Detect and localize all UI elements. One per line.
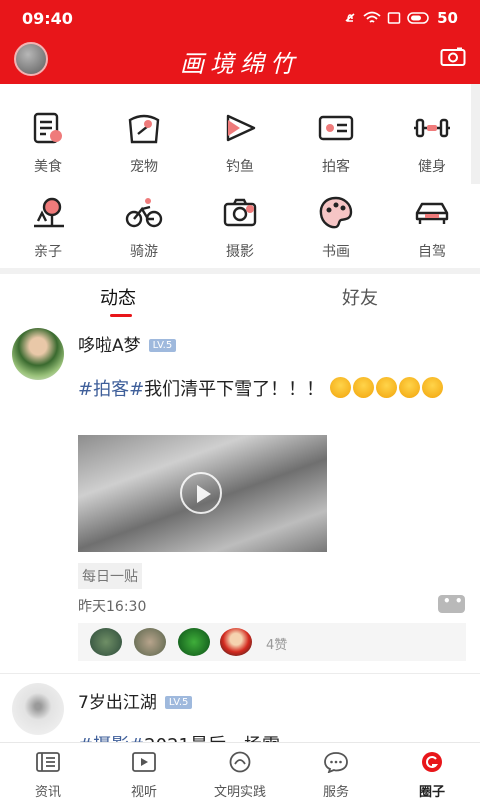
nav-label: 圈子 <box>418 785 445 800</box>
cycling-icon <box>125 198 163 228</box>
battery-level: 50 <box>437 9 458 27</box>
category-grid: 美食 宠物 钓鱼 拍客 健身 亲子 骑游 摄影 书画 自驾 <box>0 100 480 265</box>
post-avatar[interactable] <box>12 683 64 735</box>
kiss-emoji-icon <box>421 377 443 398</box>
liker-avatar[interactable] <box>90 628 122 656</box>
liker-avatar[interactable] <box>178 628 210 656</box>
battery-icon <box>407 12 429 24</box>
like-count: 4赞 <box>266 638 288 653</box>
tab-indicator <box>110 314 132 317</box>
post-avatar[interactable] <box>12 328 64 380</box>
post-body: 我们清平下雪了！！！ <box>144 379 325 400</box>
status-bar: 09:40 50 <box>0 0 480 38</box>
post-username[interactable]: 哆啦A梦 LV.5 <box>78 331 177 356</box>
category-paike[interactable]: 拍客 <box>288 100 384 175</box>
kiss-emoji-icon <box>352 377 374 398</box>
civilization-icon <box>229 751 251 773</box>
category-photography[interactable]: 摄影 <box>192 185 288 260</box>
category-painting[interactable]: 书画 <box>288 185 384 260</box>
status-icons: 50 <box>343 9 458 27</box>
circle-icon <box>422 752 442 772</box>
kiss-emoji-icon <box>398 377 420 398</box>
post-username[interactable]: 7岁出江湖 LV.5 <box>78 688 193 713</box>
category-label: 摄影 <box>226 244 254 260</box>
app-header: 画境绵竹 <box>0 38 480 84</box>
nav-circle[interactable]: 圈子 <box>384 743 480 801</box>
category-food[interactable]: 美食 <box>0 100 96 175</box>
tab-friends[interactable]: 好友 <box>342 284 378 310</box>
pet-icon <box>128 114 160 144</box>
dumbbell-icon <box>414 118 450 138</box>
category-label: 美食 <box>34 159 62 175</box>
nav-label: 视听 <box>130 785 157 800</box>
category-label: 亲子 <box>34 244 62 260</box>
category-cycling[interactable]: 骑游 <box>96 185 192 260</box>
kiss-emoji-icon <box>329 377 351 398</box>
category-label: 钓鱼 <box>226 159 254 175</box>
category-label: 自驾 <box>418 244 446 260</box>
palette-icon <box>319 196 353 229</box>
nav-video[interactable]: 视听 <box>96 743 192 801</box>
likes-bar[interactable]: 4赞 <box>78 623 466 661</box>
post-time: 昨天16:30 <box>78 599 147 615</box>
app-logo: 画境绵竹 <box>180 50 300 78</box>
liker-avatar[interactable] <box>134 628 166 656</box>
category-label: 书画 <box>322 244 350 260</box>
kiss-emoji-icon <box>375 377 397 398</box>
bottom-nav: 资讯 视听 文明实践 服务 圈子 <box>0 742 480 801</box>
news-icon <box>36 752 60 772</box>
comment-icon[interactable] <box>438 594 465 613</box>
liker-avatar[interactable] <box>220 628 252 656</box>
nav-label: 服务 <box>322 785 349 800</box>
category-pet[interactable]: 宠物 <box>96 100 192 175</box>
username-text: 哆啦A梦 <box>78 336 141 356</box>
video-icon <box>132 752 156 772</box>
sim-icon <box>387 12 401 24</box>
nav-service[interactable]: 服务 <box>288 743 384 801</box>
camera-icon[interactable] <box>440 47 466 67</box>
camera-icon <box>223 198 257 227</box>
mute-icon <box>345 13 355 22</box>
level-badge: LV.5 <box>164 696 193 709</box>
status-time: 09:40 <box>22 9 73 28</box>
username-text: 7岁出江湖 <box>78 693 157 713</box>
post-hashtag[interactable]: #拍客# <box>78 379 144 400</box>
nav-news[interactable]: 资讯 <box>0 743 96 801</box>
fishing-icon <box>226 114 256 142</box>
nav-label: 文明实践 <box>213 785 266 800</box>
post-text: #拍客#我们清平下雪了！！！ <box>78 377 470 402</box>
category-family[interactable]: 亲子 <box>0 185 96 260</box>
post-video[interactable] <box>78 435 327 552</box>
level-badge: LV.5 <box>148 339 177 352</box>
category-label: 健身 <box>418 159 446 175</box>
category-fitness[interactable]: 健身 <box>384 100 480 175</box>
nav-civilization[interactable]: 文明实践 <box>192 743 288 801</box>
food-icon <box>33 112 62 144</box>
family-icon <box>34 197 64 228</box>
tab-dynamic[interactable]: 动态 <box>100 284 136 310</box>
service-icon <box>324 752 348 774</box>
post-topic-tag[interactable]: 每日一贴 <box>78 563 142 589</box>
category-label: 宠物 <box>130 159 158 175</box>
scrollbar[interactable] <box>471 84 480 184</box>
play-icon[interactable] <box>180 472 222 514</box>
category-label: 拍客 <box>322 159 350 175</box>
category-selfdrive[interactable]: 自驾 <box>384 185 480 260</box>
category-label: 骑游 <box>130 244 158 260</box>
nav-label: 资讯 <box>34 785 61 800</box>
post-separator <box>0 673 480 674</box>
section-divider <box>0 268 480 274</box>
camera-card-icon <box>318 115 354 141</box>
wifi-icon <box>363 11 381 23</box>
category-fishing[interactable]: 钓鱼 <box>192 100 288 175</box>
feed-tabs: 动态 好友 <box>0 280 480 318</box>
car-icon <box>415 202 449 224</box>
